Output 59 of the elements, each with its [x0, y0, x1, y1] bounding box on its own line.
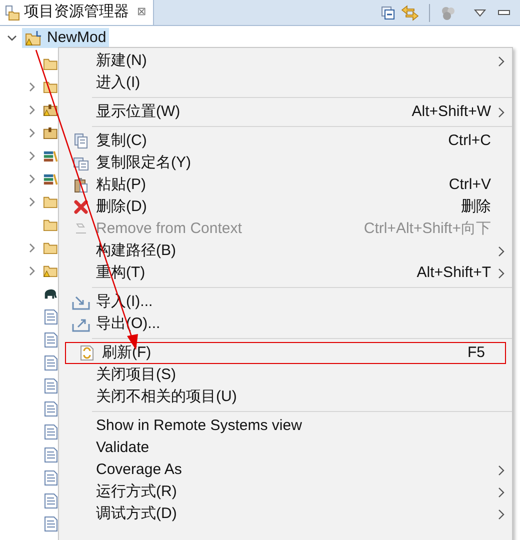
copy-icon: [73, 133, 89, 149]
refresh-icon: [79, 345, 95, 361]
document-icon: [44, 492, 58, 508]
chevron-icon[interactable]: [28, 174, 36, 184]
menu-item[interactable]: 关闭项目(S): [59, 364, 512, 386]
books-icon: [43, 148, 58, 162]
menu-item[interactable]: 关闭不相关的项目(U): [59, 386, 512, 408]
menu-item[interactable]: 重构(T) Alt+Shift+T: [59, 262, 512, 284]
folder-icon: [43, 218, 58, 232]
tree-item[interactable]: NewMod: [22, 28, 110, 48]
folder-icon: [43, 56, 58, 70]
chevron-icon[interactable]: [28, 196, 36, 206]
document-icon: [44, 308, 58, 324]
document-icon: [44, 446, 58, 462]
collapse-all-icon[interactable]: [381, 6, 395, 20]
document-icon: [44, 470, 58, 486]
menu-item[interactable]: 删除(D) 删除: [59, 196, 512, 218]
menu-item[interactable]: 复制(C) Ctrl+C: [59, 130, 512, 152]
explorer-icon: [4, 4, 20, 20]
close-button[interactable]: ⊠: [137, 7, 146, 18]
warning-folder-icon: [43, 264, 58, 278]
project-folder-icon: [25, 30, 43, 46]
menu-item[interactable]: 调试方式(D): [59, 503, 512, 525]
document-icon: [44, 354, 58, 370]
menu-item[interactable]: 进入(I): [59, 72, 512, 94]
menu-item[interactable]: 显示位置(W) Alt+Shift+W: [59, 101, 512, 123]
project-name: NewMod: [47, 29, 106, 47]
chevron-icon[interactable]: [28, 82, 36, 92]
minimize-icon[interactable]: [498, 10, 510, 16]
chevron-icon[interactable]: [28, 150, 36, 160]
chevron-icon[interactable]: [28, 242, 36, 252]
package-folder-icon: [43, 102, 58, 116]
chevron-icon[interactable]: [28, 104, 36, 114]
chevron-icon[interactable]: [28, 128, 36, 138]
menu-item[interactable]: 粘贴(P) Ctrl+V: [59, 174, 512, 196]
package-folder-icon: [43, 126, 58, 140]
document-icon: [44, 424, 58, 440]
chevron-icon[interactable]: [28, 266, 36, 276]
delete-icon: [73, 199, 89, 215]
document-icon: [44, 516, 58, 532]
view-title: 项目资源管理器: [24, 2, 129, 22]
menu-item[interactable]: 运行方式(R): [59, 481, 512, 503]
view-menu-icon[interactable]: [474, 8, 486, 16]
elephant-icon: [43, 286, 58, 300]
document-icon: [44, 400, 58, 416]
document-icon: [44, 378, 58, 394]
menu-item[interactable]: Show in Remote Systems view: [59, 415, 512, 437]
menu-item[interactable]: 新建(N): [59, 50, 512, 72]
menu-item[interactable]: 刷新(F) F5: [65, 342, 506, 364]
menu-item[interactable]: Coverage As: [59, 459, 512, 481]
menu-item[interactable]: Validate: [59, 437, 512, 459]
link-icon[interactable]: [401, 4, 419, 20]
copy-name-icon: [73, 155, 89, 171]
menu-item[interactable]: 复制限定名(Y): [59, 152, 512, 174]
import-icon: [72, 294, 90, 310]
folder-icon: [43, 240, 58, 254]
books-icon: [43, 172, 58, 186]
folder-icon: [43, 194, 58, 208]
document-icon: [44, 332, 58, 348]
